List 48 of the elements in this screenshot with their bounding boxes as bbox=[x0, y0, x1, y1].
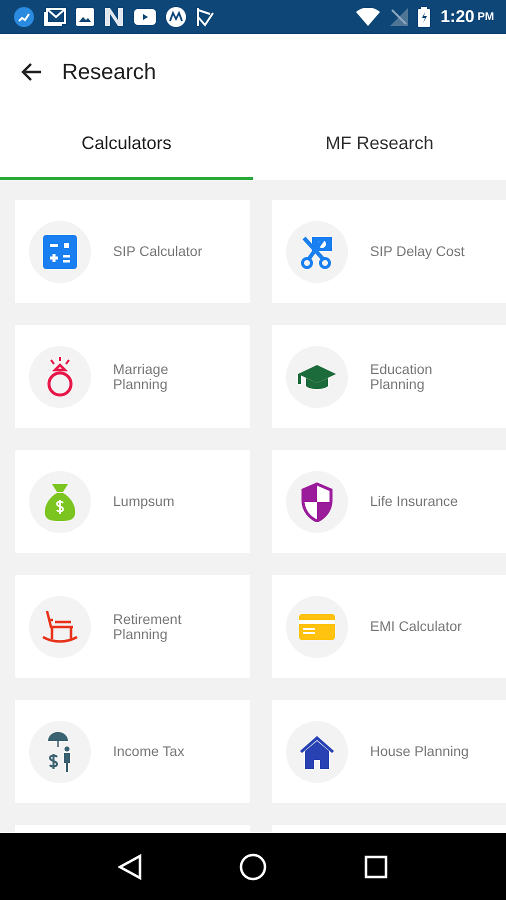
calculator-card[interactable]: Marriage Planning bbox=[15, 325, 250, 428]
house-icon bbox=[299, 734, 335, 770]
card-label: Retirement Planning bbox=[113, 612, 182, 642]
calculator-card[interactable]: Education Planning bbox=[272, 325, 506, 428]
money-bag-icon bbox=[43, 482, 77, 522]
scissors-icon bbox=[300, 234, 334, 268]
card-label: SIP Calculator bbox=[113, 244, 202, 259]
image-icon bbox=[76, 8, 94, 26]
calculator-card[interactable]: SIP Calculator bbox=[15, 200, 250, 303]
card-label: Education Planning bbox=[370, 362, 432, 392]
wifi-icon bbox=[356, 8, 380, 26]
no-signal-icon bbox=[390, 8, 408, 26]
clock-period: PM bbox=[478, 11, 494, 23]
circle-logo-icon bbox=[166, 7, 186, 27]
calculator-card[interactable]: Income Tax bbox=[15, 700, 250, 803]
back-icon[interactable] bbox=[118, 854, 142, 880]
play-icon bbox=[134, 9, 156, 25]
n-logo-icon bbox=[104, 8, 124, 26]
credit-card-icon bbox=[299, 614, 335, 640]
calculator-card[interactable]: EMI Calculator bbox=[272, 575, 506, 678]
rocking-chair-icon bbox=[42, 610, 78, 644]
checkmark-icon bbox=[196, 7, 214, 27]
graduation-cap-icon bbox=[297, 362, 337, 390]
card-label: House Planning bbox=[370, 744, 469, 759]
calculator-card[interactable]: Retirement Planning bbox=[15, 575, 250, 678]
card-label: Marriage Planning bbox=[113, 362, 168, 392]
shield-icon bbox=[300, 482, 334, 522]
clock-time: 1:20 bbox=[440, 7, 474, 27]
card-label: Life Insurance bbox=[370, 494, 458, 509]
calculator-icon bbox=[43, 234, 77, 268]
battery-charging-icon bbox=[418, 7, 430, 27]
recents-icon[interactable] bbox=[364, 854, 388, 878]
page-title: Research bbox=[62, 59, 156, 85]
calculator-card[interactable]: SIP Delay Cost bbox=[272, 200, 506, 303]
ring-icon bbox=[45, 356, 75, 398]
tab[interactable]: MF Research bbox=[253, 110, 506, 180]
card-label: Income Tax bbox=[113, 744, 184, 759]
calculator-card[interactable]: House Planning bbox=[272, 700, 506, 803]
calculator-card[interactable]: Lumpsum bbox=[15, 450, 250, 553]
card-label: Lumpsum bbox=[113, 494, 174, 509]
back-arrow-icon[interactable] bbox=[20, 62, 42, 82]
card-label: SIP Delay Cost bbox=[370, 244, 465, 259]
mail-icon bbox=[44, 8, 66, 26]
card-label: EMI Calculator bbox=[370, 619, 462, 634]
calculator-card[interactable]: Life Insurance bbox=[272, 450, 506, 553]
home-icon[interactable] bbox=[238, 852, 267, 880]
app-notification-icon bbox=[14, 7, 34, 27]
person-umbrella-icon bbox=[47, 730, 73, 772]
